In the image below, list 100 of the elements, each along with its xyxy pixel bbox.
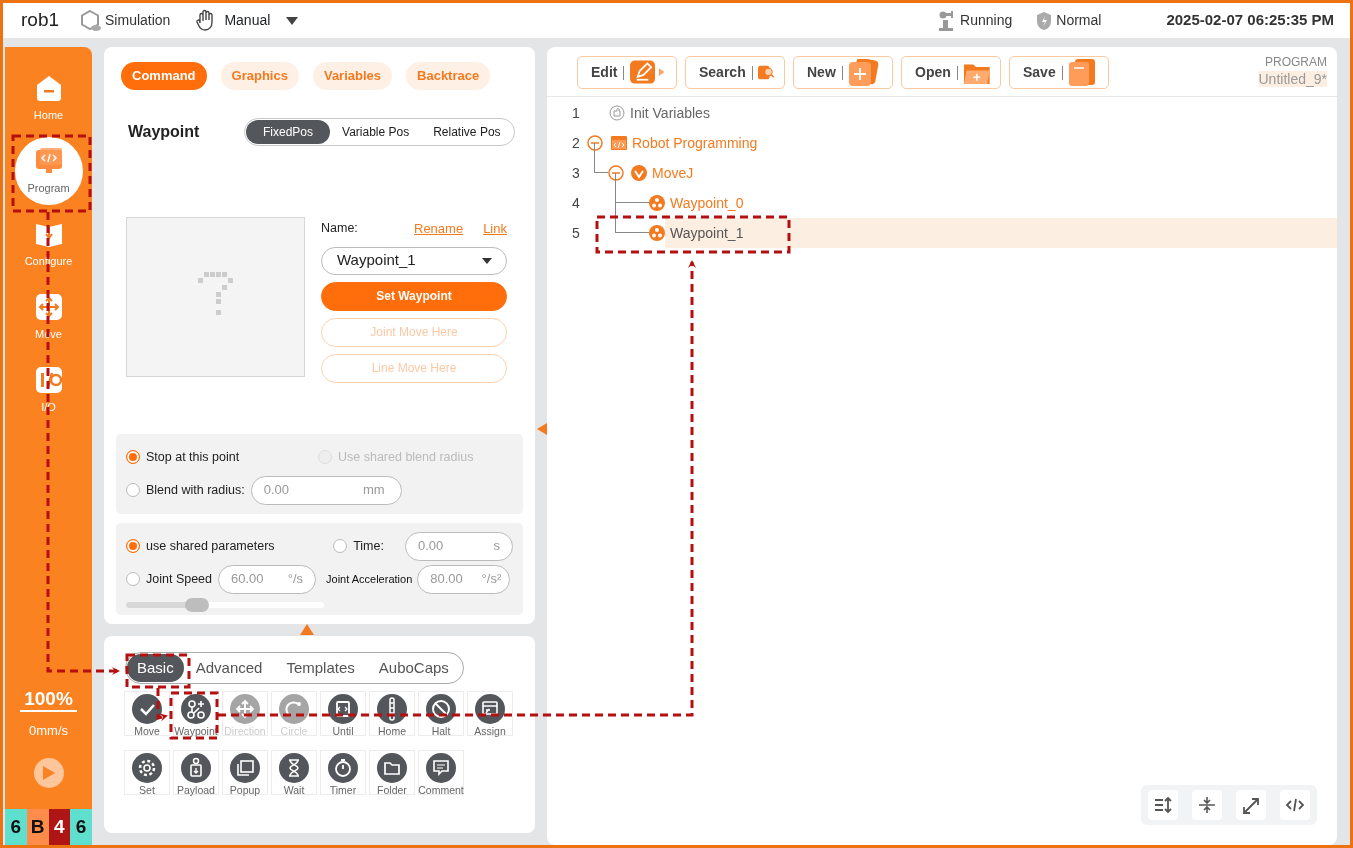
mode-label: Simulation [105,11,171,30]
form-icon [475,694,505,724]
line-number: 4 [571,193,581,213]
chain-icon [377,694,407,724]
status-cell: 6 [5,809,27,845]
tab[interactable]: AuboCaps [366,654,461,682]
option-label: use shared parameters [146,537,275,555]
tree-item[interactable]: Waypoint_1 [665,218,1337,248]
code-monitor-icon [33,145,64,176]
play-icon [41,765,56,781]
command-tile[interactable]: Comment [418,750,464,795]
move-node-icon [631,165,647,181]
check-icon [132,694,162,724]
hourglass-icon [279,753,309,783]
code-icon [1285,796,1305,814]
tree-line [615,203,649,233]
plus-icon [848,58,881,87]
slider-thumb[interactable] [185,597,210,612]
segment-tab[interactable]: Variable Pos [330,120,422,144]
pencil-icon [630,58,667,87]
sort-lines-icon [1153,796,1173,814]
status-cell: 4 [48,809,71,845]
panel-title: Waypoint [128,122,201,142]
robot-name: rob1 [21,8,60,33]
tool-button[interactable] [1280,790,1310,820]
command-tile[interactable]: Halt [418,691,464,736]
line-number: 5 [571,223,581,243]
nodes-icon [181,694,211,724]
collapse-toggle-icon[interactable] [608,165,624,181]
tab[interactable]: Advanced [183,654,275,682]
io-icon [33,364,64,395]
tool-button[interactable] [1148,790,1178,820]
program-name: Untitled_9* [1258,70,1327,87]
tab[interactable]: Templates [274,654,367,682]
command-tile[interactable]: Popup [222,750,268,795]
tool-button[interactable] [1236,790,1266,820]
waypoint-node-icon [649,225,665,241]
gear-icon [132,753,162,783]
command-tile[interactable]: Waypoint [173,691,219,736]
command-tile[interactable]: Until [320,691,366,736]
toolbar-button[interactable]: Edit [577,56,677,89]
command-tile[interactable]: Home [369,691,415,736]
acceleration-label: Joint Acceleration [326,571,413,587]
stopwatch-icon [328,753,358,783]
radio-button[interactable] [126,572,140,586]
caret-icon [482,257,492,264]
line-number: 3 [571,163,581,183]
radio-button[interactable] [126,450,140,464]
sidebar-item[interactable]: Program [14,137,83,205]
segment-tab[interactable]: Relative Pos [421,120,513,144]
document-icon [1068,58,1097,87]
prohibition-icon [426,694,456,724]
speed-percentage: 100% [20,688,77,712]
segment-tab[interactable]: FixedPos [246,120,331,144]
command-tile[interactable]: Timer [320,750,366,795]
highlight-box [169,691,219,740]
waypoint-node-icon [649,195,665,211]
option-label: Stop at this point [146,448,240,466]
toolbar-button[interactable]: New [793,56,893,89]
radio-button[interactable] [333,539,348,553]
arc-icon [279,694,309,724]
line-number: 2 [571,133,581,153]
date-time: 2025-02-07 06:25:35 PM [1166,10,1334,31]
collapse-icon [1197,796,1217,814]
shield-icon [1036,10,1053,31]
command-tile[interactable]: Wait [271,750,317,795]
option-label: Blend with radius: [146,481,245,499]
radio-button[interactable] [126,483,140,497]
command-tile[interactable]: Move [124,691,170,736]
toolbar-button[interactable]: Save [1009,56,1109,89]
play-button[interactable] [33,758,64,788]
control-mode-dropdown[interactable]: Manual [224,10,299,31]
velocity-label: 0mm/s [29,721,68,740]
expand-icon [1241,796,1261,814]
toolbar-button[interactable]: Search [685,56,785,89]
windows-icon [230,753,260,783]
tree-item[interactable]: Init Variables [625,98,1337,128]
status-cell: B [26,809,49,845]
folder-icon [377,753,407,783]
command-tile[interactable]: Payload [173,750,219,795]
option-label: Time: [353,537,384,555]
weight-icon [181,753,211,783]
move-arrows-icon [33,291,64,322]
tool-button[interactable] [1192,790,1222,820]
status-cell: 6 [70,809,92,845]
highlight-box [125,653,191,689]
tree-line [615,173,649,203]
toolbar-button[interactable]: Open [901,56,1001,89]
command-tile[interactable]: Set [124,750,170,795]
speech-bubble-icon [426,753,456,783]
command-tile[interactable]: Folder [369,750,415,795]
code-window-icon [611,135,627,151]
command-tile[interactable]: Assign [467,691,513,736]
safety-label: Normal [1056,11,1102,30]
radio-button[interactable] [126,539,140,553]
option-label: Joint Speed [146,570,213,588]
collapse-arrow-icon [537,423,547,435]
collapse-toggle-icon[interactable] [587,135,603,151]
status-label: Running [960,11,1013,30]
frame-icon [328,694,358,724]
